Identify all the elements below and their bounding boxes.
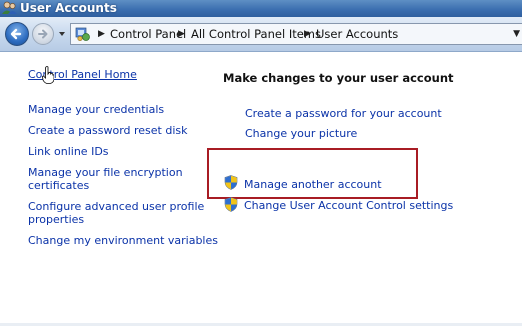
window-title: User Accounts xyxy=(20,1,117,15)
uac-shield-icon xyxy=(224,175,238,190)
file-encryption-link-line2[interactable]: certificates xyxy=(28,179,89,192)
breadcrumb-arrow-icon[interactable]: ▶ xyxy=(178,28,186,40)
breadcrumb-user-accounts[interactable]: User Accounts xyxy=(316,26,398,42)
environment-variables-link[interactable]: Change my environment variables xyxy=(28,234,218,247)
link-online-ids-link[interactable]: Link online IDs xyxy=(28,145,109,158)
address-bar[interactable]: ▶ Control Panel ▶ All Control Panel Item… xyxy=(70,23,522,45)
file-encryption-link[interactable]: Manage your file encryption xyxy=(28,166,183,179)
back-arrow-icon xyxy=(10,28,22,40)
forward-arrow-icon xyxy=(38,29,48,39)
manage-credentials-link[interactable]: Manage your credentials xyxy=(28,103,164,116)
recent-pages-dropdown-icon[interactable] xyxy=(58,30,66,38)
breadcrumb-root-arrow-icon[interactable]: ▶ xyxy=(98,28,106,40)
navigation-bar: ▶ Control Panel ▶ All Control Panel Item… xyxy=(0,17,522,52)
address-dropdown-icon[interactable]: ▼ xyxy=(513,28,520,40)
manage-another-account-link[interactable]: Manage another account xyxy=(244,178,382,191)
page-heading: Make changes to your user account xyxy=(223,71,454,85)
breadcrumb-arrow-icon[interactable]: ▶ xyxy=(304,28,312,40)
control-panel-icon xyxy=(75,27,90,42)
user-accounts-icon xyxy=(2,1,17,14)
title-bar: User Accounts xyxy=(0,0,522,17)
breadcrumb-control-panel[interactable]: Control Panel xyxy=(110,26,186,42)
breadcrumb-all-items[interactable]: All Control Panel Items xyxy=(191,26,321,42)
password-reset-disk-link[interactable]: Create a password reset disk xyxy=(28,124,188,137)
forward-button[interactable] xyxy=(32,23,54,45)
create-password-link[interactable]: Create a password for your account xyxy=(245,107,442,120)
highlight-annotation-box xyxy=(207,148,418,199)
advanced-profile-link[interactable]: Configure advanced user profile xyxy=(28,200,204,213)
change-picture-link[interactable]: Change your picture xyxy=(245,127,357,140)
uac-shield-icon xyxy=(224,197,238,212)
advanced-profile-link-line2[interactable]: properties xyxy=(28,213,84,226)
uac-settings-link[interactable]: Change User Account Control settings xyxy=(244,199,453,212)
back-button[interactable] xyxy=(5,22,29,46)
hand-cursor-icon xyxy=(42,66,54,84)
